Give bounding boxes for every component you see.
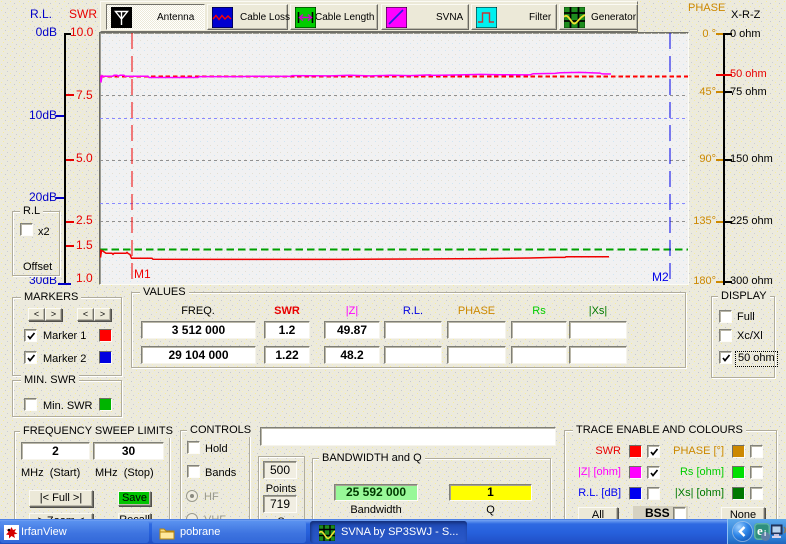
svg-text:M2: M2 [652,270,669,284]
svg-text:M1: M1 [134,267,151,281]
